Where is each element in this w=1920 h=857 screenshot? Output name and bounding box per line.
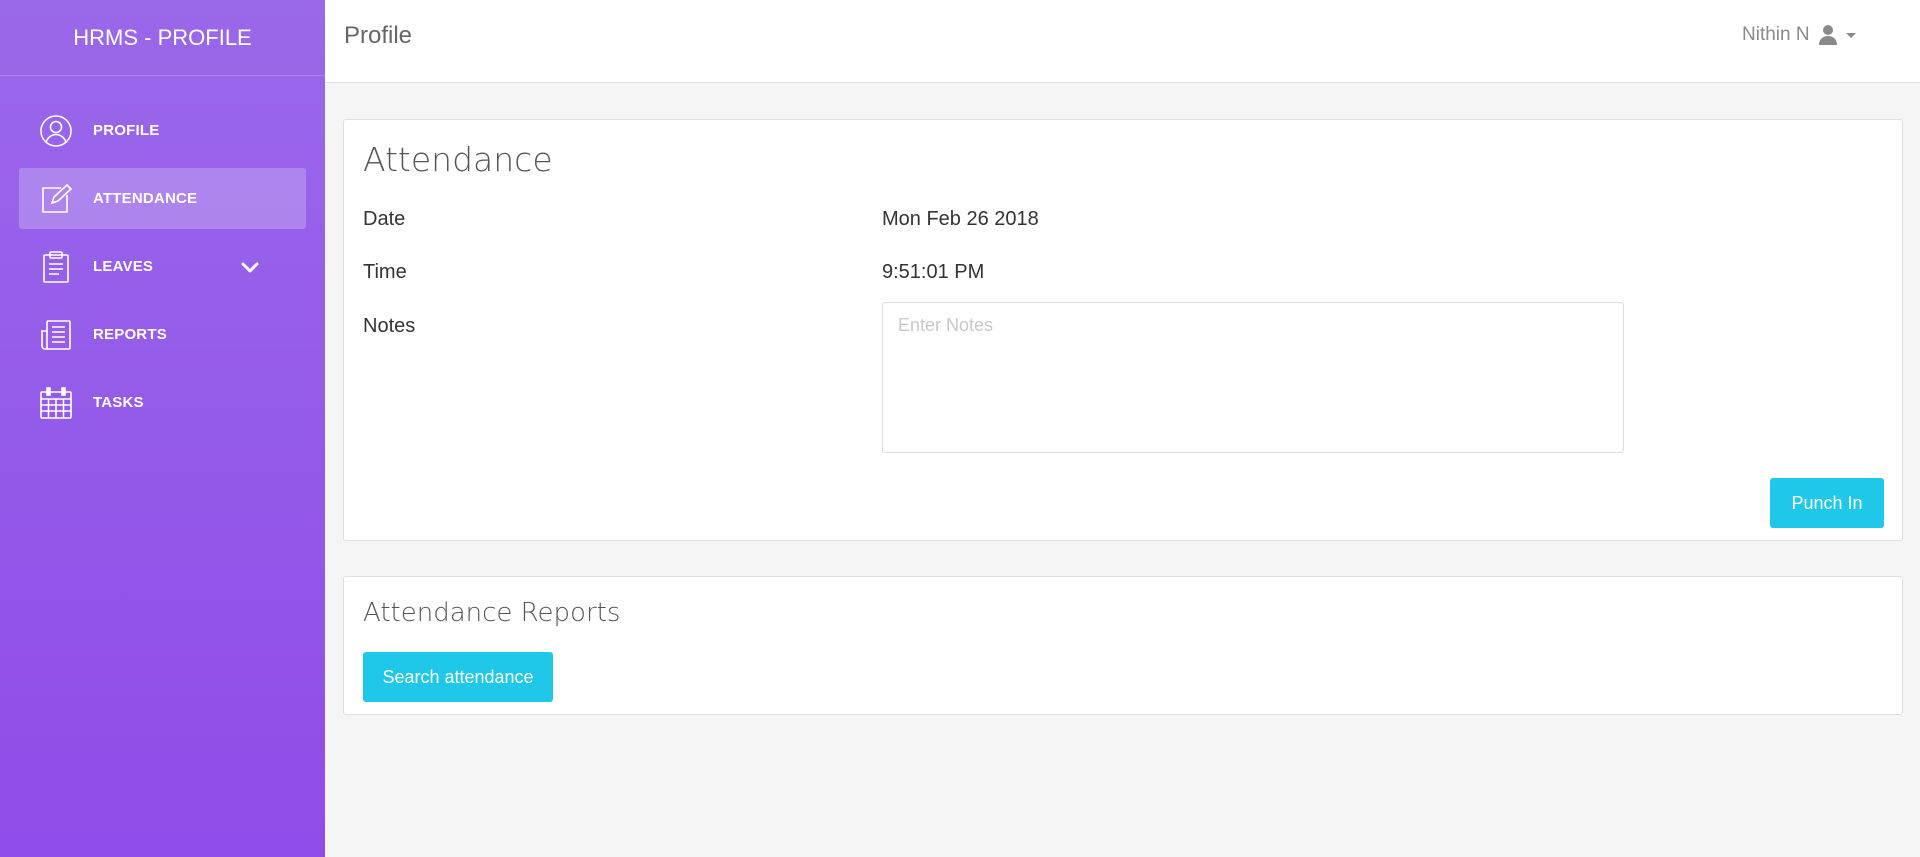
sidebar-item-tasks[interactable]: TASKS [19,372,306,433]
user-circle-icon [38,113,74,149]
edit-icon [38,181,74,217]
sidebar-item-label: TASKS [93,394,144,411]
sidebar-item-profile[interactable]: PROFILE [19,100,306,161]
time-label: Time [363,261,407,283]
notes-input[interactable] [882,302,1624,453]
clipboard-icon [38,249,74,285]
sidebar-nav: PROFILE ATTENDANCE LEAVES REPORTS TASKS [0,76,325,433]
calendar-icon [38,385,74,421]
date-value: Mon Feb 26 2018 [882,208,1039,230]
caret-down-icon [1845,32,1856,38]
date-label: Date [363,208,406,230]
attendance-title: Attendance [363,140,553,179]
chevron-down-icon[interactable] [239,256,261,278]
user-name: Nithin N [1742,24,1810,45]
sidebar-item-reports[interactable]: REPORTS [19,304,306,365]
page-title: Profile [344,22,413,49]
newspaper-icon [38,317,74,353]
attendance-reports-title: Attendance Reports [363,598,621,628]
notes-label: Notes [363,315,416,337]
top-bar: Profile Nithin N [325,0,1920,83]
user-icon [1818,25,1837,45]
attendance-reports-card: Attendance Reports Search attendance [343,576,1903,715]
sidebar-item-attendance[interactable]: ATTENDANCE [19,168,306,229]
sidebar-item-label: REPORTS [93,326,167,343]
attendance-card: Attendance Date Mon Feb 26 2018 Time 9:5… [343,119,1903,541]
sidebar-item-label: ATTENDANCE [93,190,198,207]
user-menu[interactable]: Nithin N [1742,24,1856,46]
punch-in-button[interactable]: Punch In [1770,478,1884,528]
sidebar-item-label: PROFILE [93,122,160,139]
brand-title: HRMS - PROFILE [0,0,325,76]
time-value: 9:51:01 PM [882,261,985,283]
sidebar-item-label: LEAVES [93,258,154,275]
sidebar-item-leaves[interactable]: LEAVES [19,236,306,297]
sidebar: HRMS - PROFILE PROFILE ATTENDANCE LEAVES… [0,0,325,857]
search-attendance-button[interactable]: Search attendance [363,652,553,702]
